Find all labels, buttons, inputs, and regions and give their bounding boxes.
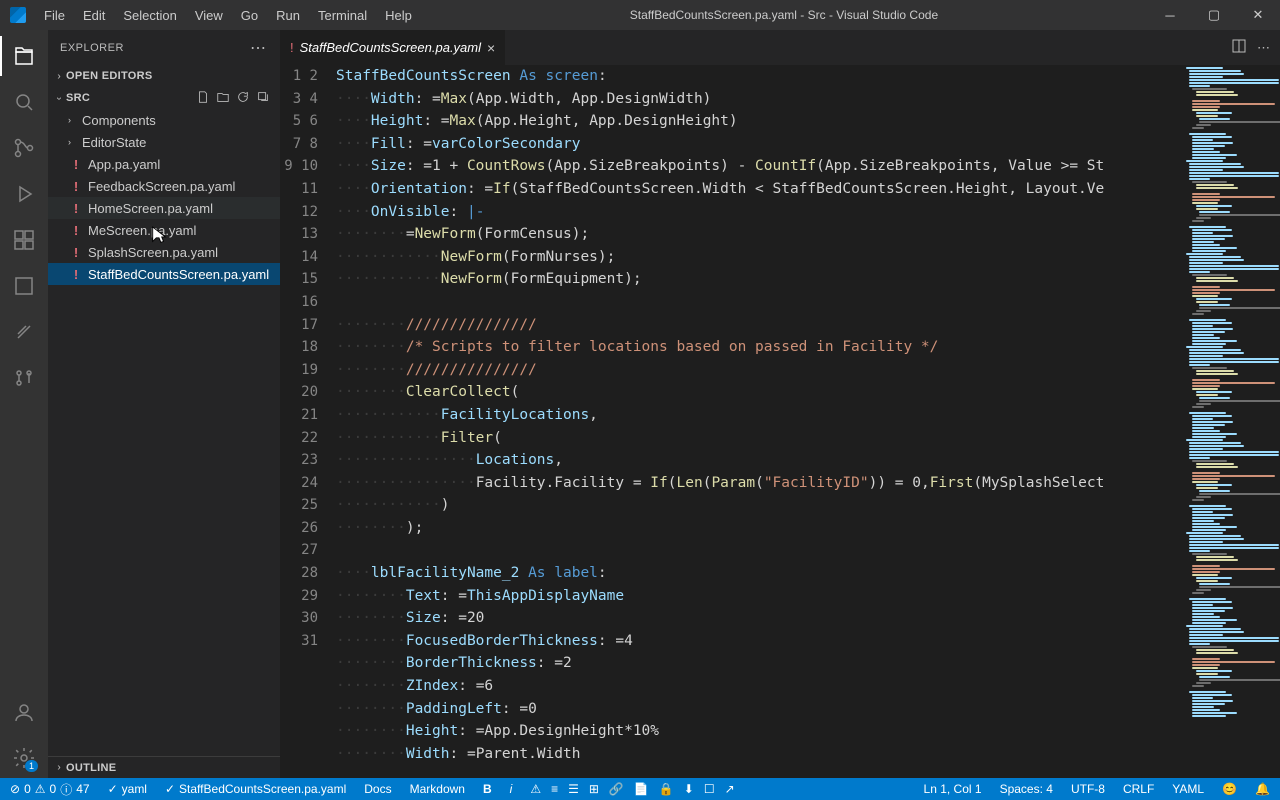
status-spaces[interactable]: Spaces: 4 bbox=[996, 782, 1057, 796]
extensions-icon[interactable] bbox=[0, 220, 48, 260]
file-homescreen-pa-yaml[interactable]: !HomeScreen.pa.yaml bbox=[48, 197, 280, 219]
code-content[interactable]: StaffBedCountsScreen As screen: ····Widt… bbox=[336, 65, 1184, 778]
file-feedbackscreen-pa-yaml[interactable]: !FeedbackScreen.pa.yaml bbox=[48, 175, 280, 197]
sidebar-extra-2-icon[interactable] bbox=[0, 312, 48, 352]
activity-bar: 1 bbox=[0, 30, 48, 778]
minimize-button[interactable]: ─ bbox=[1148, 0, 1192, 30]
yaml-icon: ! bbox=[68, 223, 84, 238]
explorer-icon[interactable] bbox=[0, 36, 48, 76]
status-docs[interactable]: Docs bbox=[360, 782, 395, 796]
yaml-icon: ! bbox=[290, 40, 294, 55]
menu-bar: FileEditSelectionViewGoRunTerminalHelp bbox=[36, 4, 420, 27]
menu-edit[interactable]: Edit bbox=[75, 4, 113, 27]
yaml-icon: ! bbox=[68, 201, 84, 216]
explorer-more-icon[interactable]: ⋯ bbox=[250, 38, 268, 58]
sidebar-extra-3-icon[interactable] bbox=[0, 358, 48, 398]
menu-help[interactable]: Help bbox=[377, 4, 420, 27]
menu-selection[interactable]: Selection bbox=[115, 4, 184, 27]
settings-badge: 1 bbox=[25, 760, 38, 772]
run-debug-icon[interactable] bbox=[0, 174, 48, 214]
refresh-icon[interactable] bbox=[236, 90, 250, 107]
menu-file[interactable]: File bbox=[36, 4, 73, 27]
status-markdown[interactable]: Markdown bbox=[406, 782, 469, 796]
status-lang[interactable]: YAML bbox=[1168, 782, 1208, 796]
chevron-right-icon: › bbox=[68, 115, 82, 125]
yaml-icon: ! bbox=[68, 245, 84, 260]
maximize-button[interactable]: ▢ bbox=[1192, 0, 1236, 30]
explorer-sidebar: EXPLORER ⋯ › OPEN EDITORS › SRC ›Compone… bbox=[48, 30, 280, 778]
status-problems[interactable]: ⊘0 ⚠0 ⓘ47 bbox=[6, 781, 94, 798]
menu-go[interactable]: Go bbox=[233, 4, 266, 27]
window-title: StaffBedCountsScreen.pa.yaml - Src - Vis… bbox=[420, 8, 1148, 22]
open-editors-section[interactable]: › OPEN EDITORS bbox=[48, 65, 280, 87]
file-tree: ›Components›EditorState!App.pa.yaml!Feed… bbox=[48, 109, 280, 285]
close-tab-icon[interactable]: × bbox=[487, 40, 495, 56]
minimap[interactable] bbox=[1184, 65, 1280, 778]
vscode-logo-icon bbox=[10, 7, 26, 23]
menu-view[interactable]: View bbox=[187, 4, 231, 27]
status-eol[interactable]: CRLF bbox=[1119, 782, 1158, 796]
split-editor-icon[interactable] bbox=[1231, 38, 1247, 57]
status-bar: ⊘0 ⚠0 ⓘ47 ✓yaml ✓StaffBedCountsScreen.pa… bbox=[0, 778, 1280, 800]
tab-active[interactable]: ! StaffBedCountsScreen.pa.yaml × bbox=[280, 30, 506, 65]
tab-label: StaffBedCountsScreen.pa.yaml bbox=[300, 40, 481, 55]
close-button[interactable]: ✕ bbox=[1236, 0, 1280, 30]
yaml-icon: ! bbox=[68, 267, 84, 282]
source-control-icon[interactable] bbox=[0, 128, 48, 168]
chevron-right-icon: › bbox=[52, 762, 66, 773]
new-file-icon[interactable] bbox=[196, 90, 210, 107]
search-icon[interactable] bbox=[0, 82, 48, 122]
status-bold[interactable]: B bbox=[479, 782, 496, 796]
tab-bar: ! StaffBedCountsScreen.pa.yaml × ⋯ bbox=[280, 30, 1280, 65]
yaml-icon: ! bbox=[68, 157, 84, 172]
status-feedback-icon[interactable]: 😊 bbox=[1218, 782, 1241, 796]
menu-terminal[interactable]: Terminal bbox=[310, 4, 375, 27]
folder-section[interactable]: › SRC bbox=[48, 87, 280, 109]
status-bell-icon[interactable]: 🔔 bbox=[1251, 782, 1274, 796]
explorer-title: EXPLORER bbox=[60, 42, 124, 54]
yaml-icon: ! bbox=[68, 179, 84, 194]
file-mescreen-pa-yaml[interactable]: !MeScreen.pa.yaml bbox=[48, 219, 280, 241]
file-components[interactable]: ›Components bbox=[48, 109, 280, 131]
title-bar: FileEditSelectionViewGoRunTerminalHelp S… bbox=[0, 0, 1280, 30]
status-icons[interactable]: ⚠≡☰⊞🔗📄🔒⬇☐↗ bbox=[526, 782, 738, 796]
status-yaml-check[interactable]: ✓yaml bbox=[104, 782, 151, 796]
status-italic[interactable]: i bbox=[506, 782, 517, 796]
editor-more-icon[interactable]: ⋯ bbox=[1257, 40, 1270, 56]
status-encoding[interactable]: UTF-8 bbox=[1067, 782, 1109, 796]
chevron-down-icon: › bbox=[54, 91, 65, 105]
account-icon[interactable] bbox=[0, 692, 48, 732]
window-controls: ─ ▢ ✕ bbox=[1148, 0, 1280, 30]
settings-icon[interactable]: 1 bbox=[0, 738, 48, 778]
new-folder-icon[interactable] bbox=[216, 90, 230, 107]
sidebar-extra-1-icon[interactable] bbox=[0, 266, 48, 306]
menu-run[interactable]: Run bbox=[268, 4, 308, 27]
line-gutter: 1 2 3 4 5 6 7 8 9 10 11 12 13 14 15 16 1… bbox=[280, 65, 336, 778]
file-staffbedcountsscreen-pa-yaml[interactable]: !StaffBedCountsScreen.pa.yaml bbox=[48, 263, 280, 285]
status-position[interactable]: Ln 1, Col 1 bbox=[920, 782, 986, 796]
file-editorstate[interactable]: ›EditorState bbox=[48, 131, 280, 153]
code-area[interactable]: 1 2 3 4 5 6 7 8 9 10 11 12 13 14 15 16 1… bbox=[280, 65, 1280, 778]
status-file[interactable]: ✓StaffBedCountsScreen.pa.yaml bbox=[161, 782, 350, 796]
file-splashscreen-pa-yaml[interactable]: !SplashScreen.pa.yaml bbox=[48, 241, 280, 263]
file-app-pa-yaml[interactable]: !App.pa.yaml bbox=[48, 153, 280, 175]
chevron-right-icon: › bbox=[52, 71, 66, 82]
chevron-right-icon: › bbox=[68, 137, 82, 147]
collapse-all-icon[interactable] bbox=[256, 90, 270, 107]
outline-section[interactable]: › OUTLINE bbox=[48, 756, 280, 778]
editor-area: ! StaffBedCountsScreen.pa.yaml × ⋯ 1 2 3… bbox=[280, 30, 1280, 778]
